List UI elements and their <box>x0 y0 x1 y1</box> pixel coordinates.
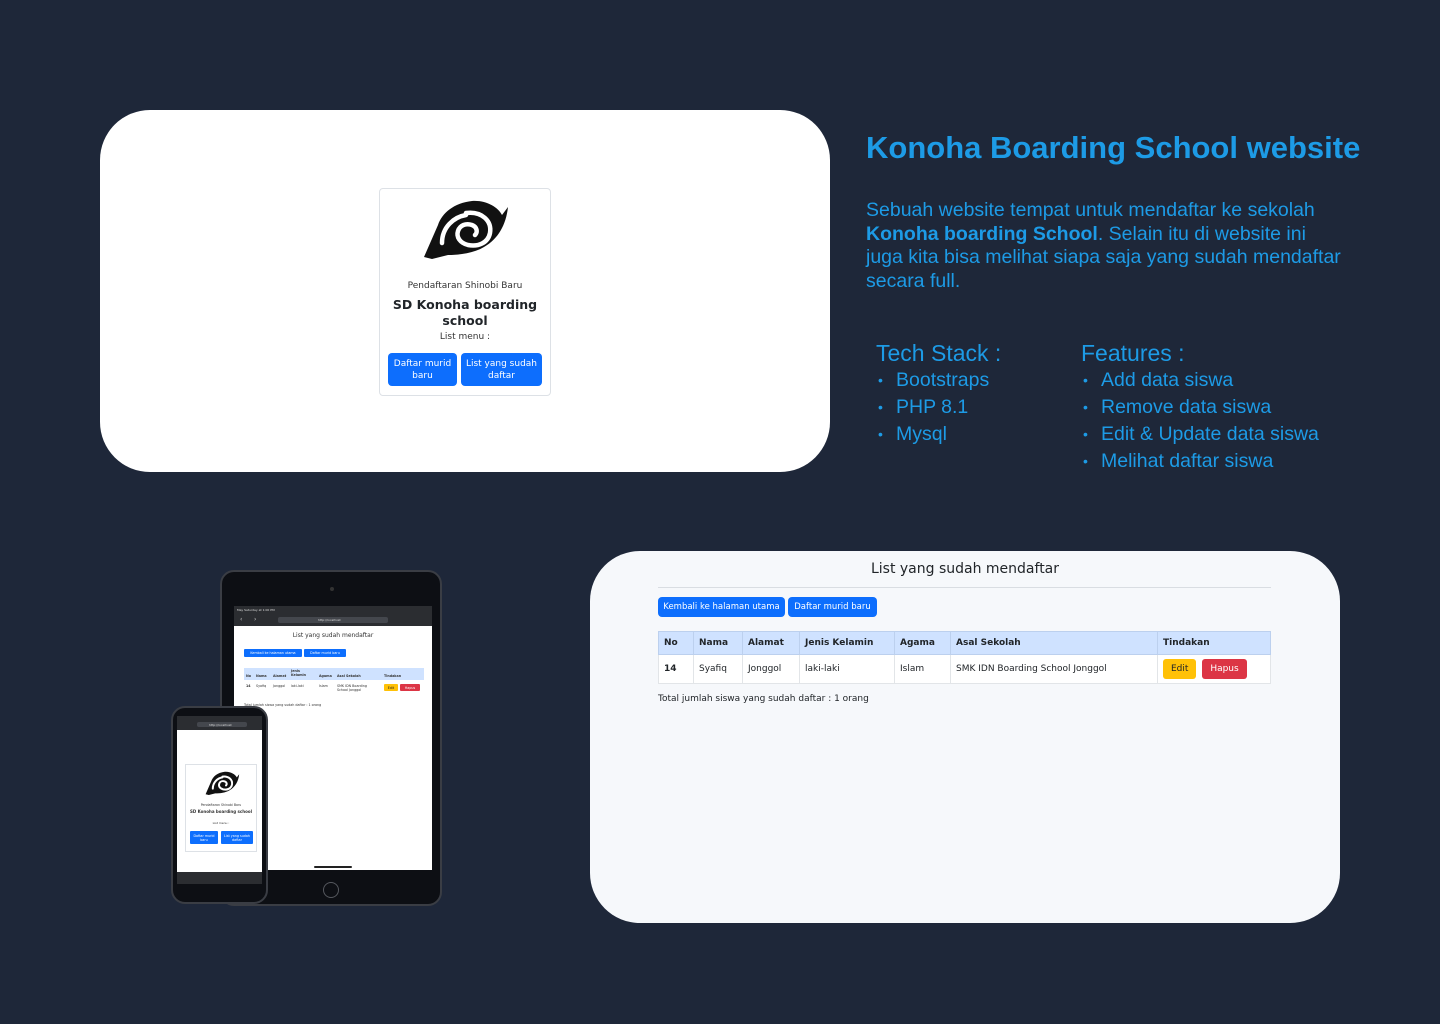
tablet-cell-gender: laki-laki <box>291 684 304 688</box>
tablet-address-bar[interactable]: http://localhost <box>278 617 388 623</box>
tech-stack-list: Bootstraps PHP 8.1 Mysql <box>876 367 989 448</box>
total-students-text: Total jumlah siswa yang sudah daftar : 1… <box>658 694 869 704</box>
col-alamat: Alamat <box>742 631 800 655</box>
col-no: No <box>658 631 694 655</box>
tablet-col-nama: Nama <box>256 674 267 678</box>
project-heading: Konoha Boarding School website <box>866 130 1361 165</box>
registered-list-button[interactable]: List yang sudah daftar <box>461 353 542 386</box>
table-header-row: No Nama Alamat Jenis Kelamin Agama Asal … <box>658 631 1271 655</box>
tablet-status-time: May Saturday at 1:00 PM <box>237 608 275 612</box>
tech-item: PHP 8.1 <box>876 394 989 421</box>
phone-bottom-toolbar <box>177 872 262 884</box>
phone-mockup: http://localhost Pendaftaran Shinobi Bar… <box>171 706 268 904</box>
col-jenis-kelamin: Jenis Kelamin <box>799 631 895 655</box>
back-to-home-button[interactable]: Kembali ke halaman utama <box>658 597 785 617</box>
col-asal-sekolah: Asal Sekolah <box>950 631 1158 655</box>
tablet-cell-no: 14 <box>246 684 251 688</box>
tablet-col-gender: Jenis Kelamin <box>291 669 307 677</box>
tablet-url: http://localhost <box>318 618 341 622</box>
tablet-col-agama: Agama <box>319 674 332 678</box>
cell-actions: Edit Hapus <box>1157 654 1271 684</box>
cell-jenis-kelamin: laki-laki <box>799 654 895 684</box>
table-row: 14 Syafiq Jonggol laki-laki Islam SMK ID… <box>658 654 1271 684</box>
register-student-button-2[interactable]: Daftar murid baru <box>788 597 877 617</box>
register-student-button[interactable]: Daftar murid baru <box>388 353 457 386</box>
tablet-col-no: No <box>246 674 252 678</box>
phone-home-title: SD Konoha boarding school <box>190 809 252 814</box>
desc-school-name: Konoha boarding School <box>866 222 1098 245</box>
tablet-col-sekolah: Asal Sekolah <box>337 674 361 678</box>
phone-register-button[interactable]: Daftar murid baru <box>190 831 218 844</box>
phone-home-card: Pendaftaran Shinobi Baru SD Konoha board… <box>185 764 257 852</box>
phone-list-button[interactable]: List yang sudah daftar <box>221 831 253 844</box>
students-table: No Nama Alamat Jenis Kelamin Agama Asal … <box>658 631 1271 684</box>
cell-agama: Islam <box>894 654 951 684</box>
tablet-back-home-button[interactable]: Kembali ke halaman utama <box>244 649 302 657</box>
tablet-col-tindakan: Tindakan <box>384 674 402 678</box>
home-title: SD Konoha boarding school <box>392 297 538 328</box>
phone-konoha-logo <box>204 769 240 801</box>
tablet-cell-alamat: Jonggol <box>273 684 286 688</box>
home-subtitle: Pendaftaran Shinobi Baru <box>407 281 523 291</box>
tablet-delete-button[interactable]: Hapus <box>400 684 420 691</box>
tablet-edit-button[interactable]: Edit <box>384 684 398 691</box>
tablet-back-icon[interactable]: ‹ <box>240 617 242 623</box>
phone-screen: http://localhost Pendaftaran Shinobi Bar… <box>177 716 262 884</box>
edit-button[interactable]: Edit <box>1163 659 1197 679</box>
title-divider <box>658 587 1271 588</box>
tablet-forward-icon[interactable]: › <box>254 617 256 623</box>
tech-item: Bootstraps <box>876 367 989 394</box>
tablet-cell-sekolah: SMK IDN Boarding School Jonggol <box>337 684 367 692</box>
tablet-home-button[interactable] <box>323 882 339 898</box>
home-menu-label: List menu : <box>439 332 491 342</box>
col-agama: Agama <box>894 631 951 655</box>
home-card: Pendaftaran Shinobi Baru SD Konoha board… <box>379 188 551 396</box>
feature-item: Remove data siswa <box>1081 394 1319 421</box>
feature-item: Edit & Update data siswa <box>1081 421 1319 448</box>
tablet-home-indicator <box>314 866 352 868</box>
home-screenshot-panel: Pendaftaran Shinobi Baru SD Konoha board… <box>100 110 830 472</box>
features-heading: Features : <box>1081 340 1185 366</box>
tablet-register-button[interactable]: Daftar murid baru <box>304 649 346 657</box>
list-screenshot-panel: List yang sudah mendaftar Kembali ke hal… <box>590 551 1340 923</box>
cell-nama: Syafiq <box>693 654 743 684</box>
feature-item: Add data siswa <box>1081 367 1319 394</box>
tablet-camera <box>330 587 334 591</box>
cell-alamat: Jonggol <box>742 654 800 684</box>
col-nama: Nama <box>693 631 743 655</box>
features-list: Add data siswa Remove data siswa Edit & … <box>1081 367 1319 475</box>
phone-url: http://localhost <box>209 722 232 727</box>
konoha-leaf-logo <box>420 195 510 267</box>
tablet-col-alamat: Alamat <box>273 674 287 678</box>
delete-button[interactable]: Hapus <box>1202 659 1247 679</box>
tablet-cell-agama: Islam <box>319 684 328 688</box>
tablet-cell-nama: Syafiq <box>256 684 267 688</box>
cell-no: 14 <box>658 654 694 684</box>
tech-item: Mysql <box>876 421 989 448</box>
project-description: Sebuah website tempat untuk mendaftar ke… <box>866 199 1346 293</box>
list-page-title: List yang sudah mendaftar <box>870 561 1060 577</box>
tech-stack-heading: Tech Stack : <box>876 340 1002 366</box>
phone-home-subtitle: Pendaftaran Shinobi Baru <box>200 803 242 807</box>
desc-text-start: Sebuah website tempat untuk mendaftar ke… <box>866 199 1315 221</box>
cell-asal-sekolah: SMK IDN Boarding School Jonggol <box>950 654 1158 684</box>
tablet-list-title: List yang sudah mendaftar <box>292 632 374 639</box>
feature-item: Melihat daftar siswa <box>1081 448 1319 475</box>
col-tindakan: Tindakan <box>1157 631 1271 655</box>
phone-menu-label: List menu : <box>212 821 230 825</box>
phone-address-bar[interactable]: http://localhost <box>197 722 247 727</box>
